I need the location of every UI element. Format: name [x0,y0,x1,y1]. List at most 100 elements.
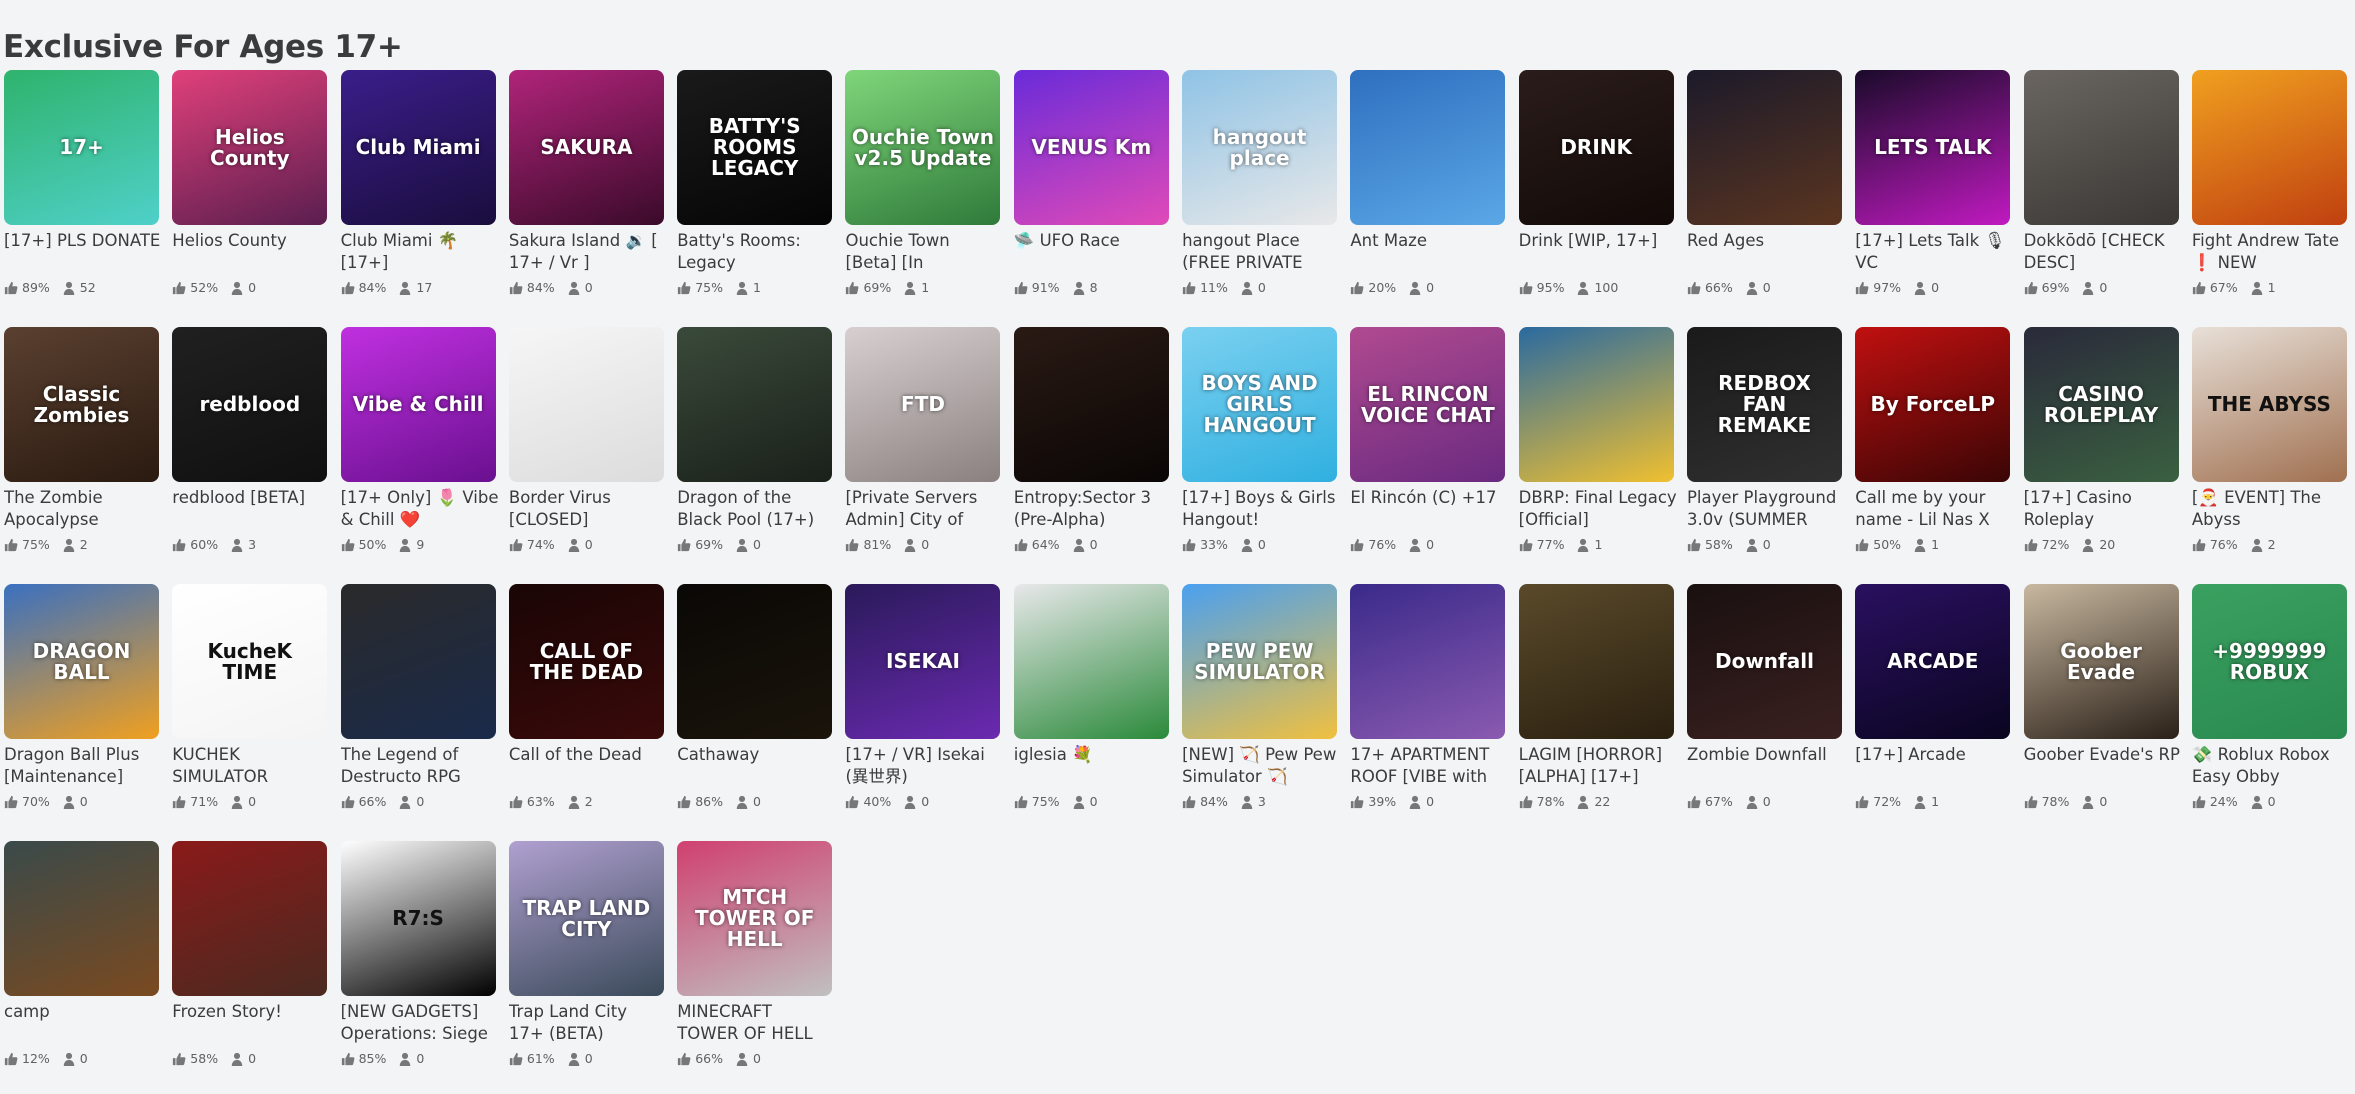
game-tile[interactable]: MTCH TOWER OF HELL MINECRAFT TOWER OF HE… [677,841,833,1066]
game-tile[interactable]: Helios County Helios County 52% 0 [172,70,328,295]
game-name[interactable]: 💸 Roblux Robox Easy Obby [2192,744,2350,788]
game-tile[interactable]: Goober Evade Goober Evade's RP 78% 0 [2023,584,2180,809]
game-name[interactable]: hangout Place (FREE PRIVATE [1182,230,1340,274]
game-name[interactable]: [17+] Arcade [1855,744,2013,788]
game-thumbnail[interactable] [2023,70,2179,225]
game-thumbnail[interactable] [508,327,664,482]
game-thumbnail[interactable]: SAKURA [508,70,664,225]
game-name[interactable]: Call me by your name - Lil Nas X [1855,487,2013,531]
game-thumbnail[interactable]: LETS TALK [1855,70,2011,225]
game-name[interactable]: DBRP: Final Legacy [Official] [1519,487,1677,531]
game-tile[interactable]: DRAGON BALL Dragon Ball Plus [Maintenanc… [4,584,159,809]
game-tile[interactable]: BATTY'S ROOMS LEGACY Batty's Rooms: Lega… [677,70,833,295]
game-name[interactable]: MINECRAFT TOWER OF HELL [677,1001,835,1045]
game-thumbnail[interactable]: CASINO ROLEPLAY [2023,327,2179,482]
game-tile[interactable]: LETS TALK [17+] Lets Talk 🎙 VC 97% 0 [1855,70,2011,295]
game-name[interactable]: Goober Evade's RP [2024,744,2182,788]
game-tile[interactable]: LAGIM [HORROR] [ALPHA] [17+] 78% 22 [1518,584,1674,809]
game-tile[interactable]: Club Miami Club Miami 🌴 [17+] 84% 17 [340,70,496,295]
game-thumbnail[interactable]: hangout place [1182,70,1338,225]
game-thumbnail[interactable]: Goober Evade [2023,584,2179,739]
game-thumbnail[interactable] [4,841,159,996]
game-thumbnail[interactable]: BATTY'S ROOMS LEGACY [677,70,833,225]
game-name[interactable]: redblood [BETA] [172,487,330,531]
game-name[interactable]: 🛸 UFO Race [1014,230,1172,274]
game-name[interactable]: [Private Servers Admin] City of [845,487,1003,531]
game-tile[interactable]: Downfall Zombie Downfall 67% 0 [1686,584,1842,809]
game-name[interactable]: 17+ APARTMENT ROOF [VIBE with [1350,744,1508,788]
game-tile[interactable]: VENUS Km 🛸 UFO Race 91% 8 [1013,70,1169,295]
game-tile[interactable]: 17+ [17+] PLS DONATE 89% 52 [4,70,160,295]
game-thumbnail[interactable]: ISEKAI [845,584,1001,739]
game-thumbnail[interactable] [1518,327,1674,482]
game-name[interactable]: Sakura Island 🔉 [ 17+ / Vr ] [509,230,667,274]
game-tile[interactable]: By ForceLP Call me by your name - Lil Na… [1855,327,2011,552]
game-name[interactable]: [NEW] 🏹 Pew Pew Simulator 🏹 [1182,744,1340,788]
game-thumbnail[interactable]: Ouchie Town v2.5 Update [845,70,1001,225]
game-thumbnail[interactable]: DRAGON BALL [4,584,159,739]
game-name[interactable]: Fight Andrew Tate ❗ NEW [2192,230,2350,274]
game-thumbnail[interactable]: THE ABYSS [2191,327,2347,482]
game-thumbnail[interactable] [172,841,328,996]
game-tile[interactable]: Frozen Story! 58% 0 [172,841,328,1066]
game-name[interactable]: The Zombie Apocalypse [4,487,162,531]
game-name[interactable]: Helios County [172,230,330,274]
game-thumbnail[interactable]: PEW PEW SIMULATOR [1182,584,1338,739]
game-tile[interactable]: Ant Maze 20% 0 [1350,70,1506,295]
game-thumbnail[interactable]: R7:S [340,841,496,996]
game-tile[interactable]: TRAP LAND CITY Trap Land City 17+ (BETA)… [508,841,664,1066]
game-tile[interactable]: DRINK Drink [WIP, 17+] 95% 100 [1518,70,1674,295]
game-name[interactable]: Trap Land City 17+ (BETA) [509,1001,667,1045]
game-name[interactable]: [17+] Boys & Girls Hangout! [1182,487,1340,531]
game-thumbnail[interactable]: By ForceLP [1855,327,2011,482]
game-thumbnail[interactable]: BOYS AND GIRLS HANGOUT [1182,327,1338,482]
game-thumbnail[interactable] [1013,327,1169,482]
game-tile[interactable]: BOYS AND GIRLS HANGOUT [17+] Boys & Girl… [1182,327,1338,552]
game-thumbnail[interactable] [340,584,496,739]
game-name[interactable]: Cathaway [677,744,835,788]
game-name[interactable]: Zombie Downfall [1687,744,1845,788]
game-tile[interactable]: PEW PEW SIMULATOR [NEW] 🏹 Pew Pew Simula… [1182,584,1338,809]
game-tile[interactable]: FTD [Private Servers Admin] City of 81% … [845,327,1001,552]
game-tile[interactable]: The Legend of Destructo RPG 66% 0 [340,584,496,809]
game-name[interactable]: LAGIM [HORROR] [ALPHA] [17+] [1519,744,1677,788]
game-tile[interactable]: REDBOX FAN REMAKE Player Playground 3.0v… [1686,327,1842,552]
game-thumbnail[interactable]: Vibe & Chill [340,327,496,482]
game-thumbnail[interactable]: TRAP LAND CITY [508,841,664,996]
game-thumbnail[interactable]: VENUS Km [1013,70,1169,225]
game-tile[interactable]: Fight Andrew Tate ❗ NEW 67% 1 [2191,70,2347,295]
game-thumbnail[interactable]: MTCH TOWER OF HELL [677,841,833,996]
game-name[interactable]: [17+ / VR] Isekai (異世界) [845,744,1003,788]
game-thumbnail[interactable] [2191,70,2347,225]
game-name[interactable]: KUCHEK SIMULATOR [172,744,330,788]
game-name[interactable]: camp [4,1001,162,1045]
game-thumbnail[interactable] [1350,584,1506,739]
game-tile[interactable]: Entropy:Sector 3 (Pre-Alpha) 64% 0 [1013,327,1169,552]
game-thumbnail[interactable]: redblood [172,327,328,482]
game-name[interactable]: [17+] Lets Talk 🎙 VC [1855,230,2013,274]
game-thumbnail[interactable]: 17+ [4,70,159,225]
game-name[interactable]: [🎅 EVENT] The Abyss [2192,487,2350,531]
game-thumbnail[interactable]: FTD [845,327,1001,482]
game-name[interactable]: Frozen Story! [172,1001,330,1045]
game-tile[interactable]: 17+ APARTMENT ROOF [VIBE with 39% 0 [1350,584,1506,809]
game-tile[interactable]: Classic Zombies The Zombie Apocalypse 75… [4,327,159,552]
game-thumbnail[interactable]: Club Miami [340,70,496,225]
game-thumbnail[interactable] [1350,70,1506,225]
game-thumbnail[interactable]: Classic Zombies [4,327,159,482]
game-name[interactable]: iglesia 💐 [1014,744,1172,788]
game-name[interactable]: [17+] PLS DONATE [4,230,162,274]
game-name[interactable]: Club Miami 🌴 [17+] [341,230,499,274]
game-tile[interactable]: EL RINCON VOICE CHAT El Rincón (C) +17 7… [1350,327,1506,552]
game-tile[interactable]: Vibe & Chill [17+ Only] 🌷 Vibe & Chill ❤… [340,327,499,552]
game-tile[interactable]: KucheK TIME KUCHEK SIMULATOR 71% 0 [172,584,328,809]
game-name[interactable]: [NEW GADGETS] Operations: Siege [341,1001,499,1045]
game-thumbnail[interactable]: Downfall [1686,584,1842,739]
game-name[interactable]: Dokkōdō [CHECK DESC] [2024,230,2182,274]
game-name[interactable]: Dragon Ball Plus [Maintenance] [4,744,162,788]
game-name[interactable]: Border Virus [CLOSED] [509,487,667,531]
game-tile[interactable]: Cathaway 86% 0 [677,584,833,809]
game-tile[interactable]: SAKURA Sakura Island 🔉 [ 17+ / Vr ] 84% … [508,70,664,295]
game-tile[interactable]: iglesia 💐 75% 0 [1013,584,1169,809]
game-tile[interactable]: CALL OF THE DEAD Call of the Dead 63% 2 [508,584,664,809]
